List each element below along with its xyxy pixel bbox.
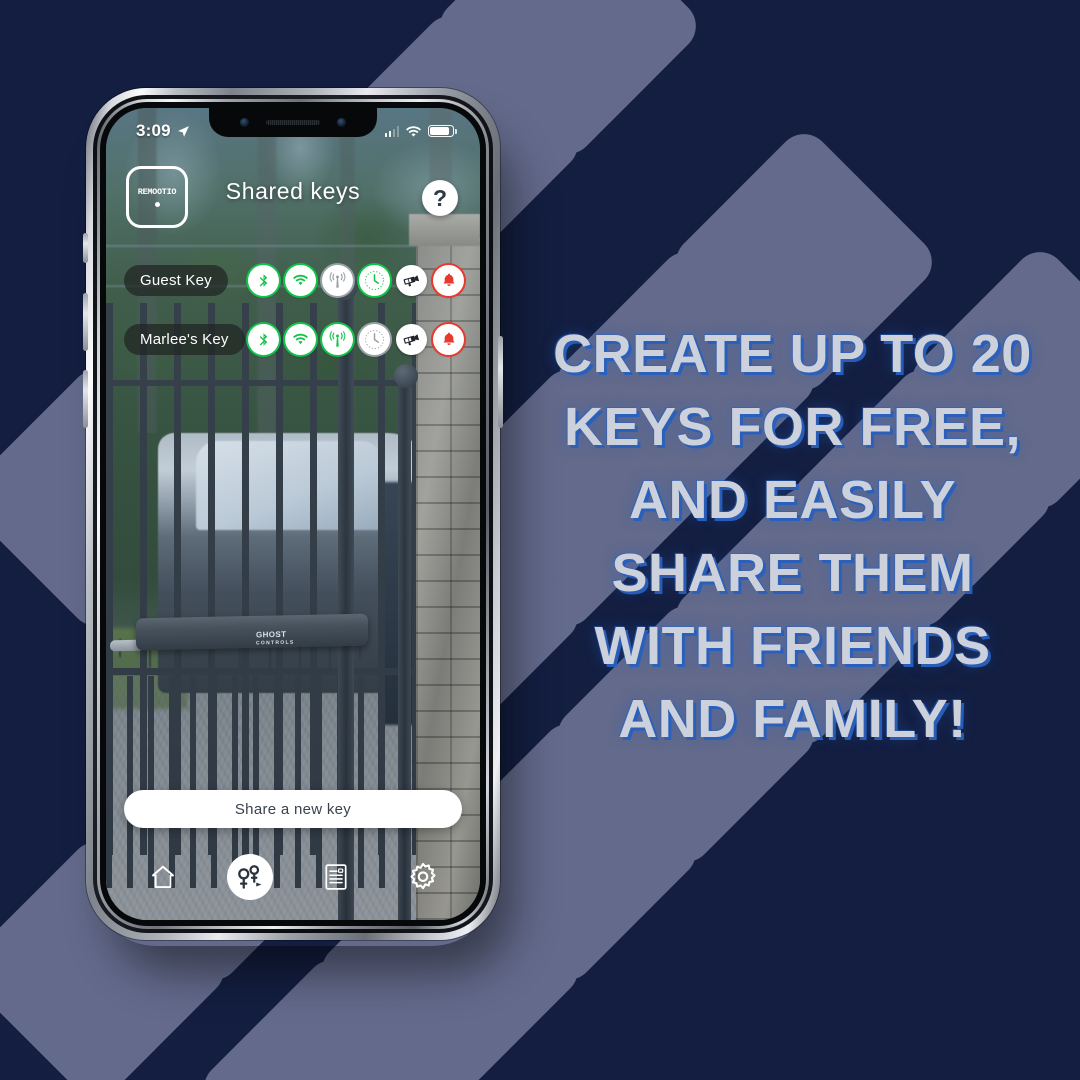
bell-icon[interactable] (433, 323, 464, 355)
cellular-bars-icon (384, 125, 399, 137)
headline-line: CREATE UP TO 20 (553, 324, 1032, 384)
help-button[interactable]: ? (422, 180, 458, 216)
gear-icon (410, 862, 436, 890)
phone-notch (209, 108, 377, 137)
headline-line: AND EASILY (628, 470, 957, 530)
headline-line: AND FAMILY! (618, 689, 967, 749)
wifi-icon[interactable] (285, 264, 316, 296)
bluetooth-icon[interactable] (248, 264, 279, 296)
status-bar-left: 3:09 (136, 121, 190, 141)
camera-icon[interactable] (396, 264, 427, 296)
shared-keys-list: Guest Key Marlee's Key (106, 258, 480, 376)
tab-home[interactable] (140, 854, 186, 900)
share-new-key-button[interactable]: Share a new key (124, 790, 462, 828)
camera-icon[interactable] (396, 323, 427, 355)
tab-log[interactable] (313, 854, 359, 900)
volume-up-button[interactable] (83, 293, 88, 351)
status-time: 3:09 (136, 121, 171, 140)
antenna-icon[interactable] (322, 264, 353, 296)
key-name-chip[interactable]: Marlee's Key (124, 323, 245, 355)
keys-icon (237, 865, 262, 889)
document-icon (325, 864, 347, 890)
clock-icon[interactable] (359, 264, 390, 296)
key-permission-icons (248, 323, 464, 355)
headline-line: WITH FRIENDS (594, 616, 991, 676)
face-id-sensor-icon (337, 118, 346, 127)
home-icon (152, 865, 175, 888)
front-camera-icon (240, 118, 249, 127)
key-name-chip[interactable]: Guest Key (124, 264, 228, 296)
wifi-icon (406, 125, 421, 137)
mute-switch[interactable] (83, 233, 88, 263)
marketing-headline: CREATE UP TO 20 KEYS FOR FREE, AND EASIL… (510, 318, 1075, 756)
bottom-tab-bar (106, 846, 480, 908)
clock-icon[interactable] (359, 323, 390, 355)
antenna-icon[interactable] (322, 323, 353, 355)
phone-screen: GHOST CONTROLS 3:09 (106, 108, 480, 920)
list-item[interactable]: Guest Key (106, 258, 480, 302)
key-permission-icons (248, 264, 464, 296)
volume-down-button[interactable] (83, 370, 88, 428)
headline-line: KEYS FOR FREE, (563, 397, 1022, 457)
status-bar-right (384, 125, 457, 138)
headline-line: SHARE THEM (611, 543, 974, 603)
tab-keys[interactable] (226, 854, 273, 900)
bell-icon[interactable] (433, 264, 464, 296)
phone-mockup: GHOST CONTROLS 3:09 (83, 88, 503, 940)
bluetooth-icon[interactable] (248, 323, 279, 355)
wifi-icon[interactable] (285, 323, 316, 355)
tab-settings[interactable] (400, 854, 446, 900)
list-item[interactable]: Marlee's Key (106, 317, 480, 361)
app-header: REMOOTIO Shared keys ? (106, 166, 480, 236)
power-button[interactable] (498, 336, 503, 428)
location-arrow-icon (177, 125, 189, 137)
battery-icon (428, 125, 457, 137)
earpiece-speaker (266, 120, 320, 125)
